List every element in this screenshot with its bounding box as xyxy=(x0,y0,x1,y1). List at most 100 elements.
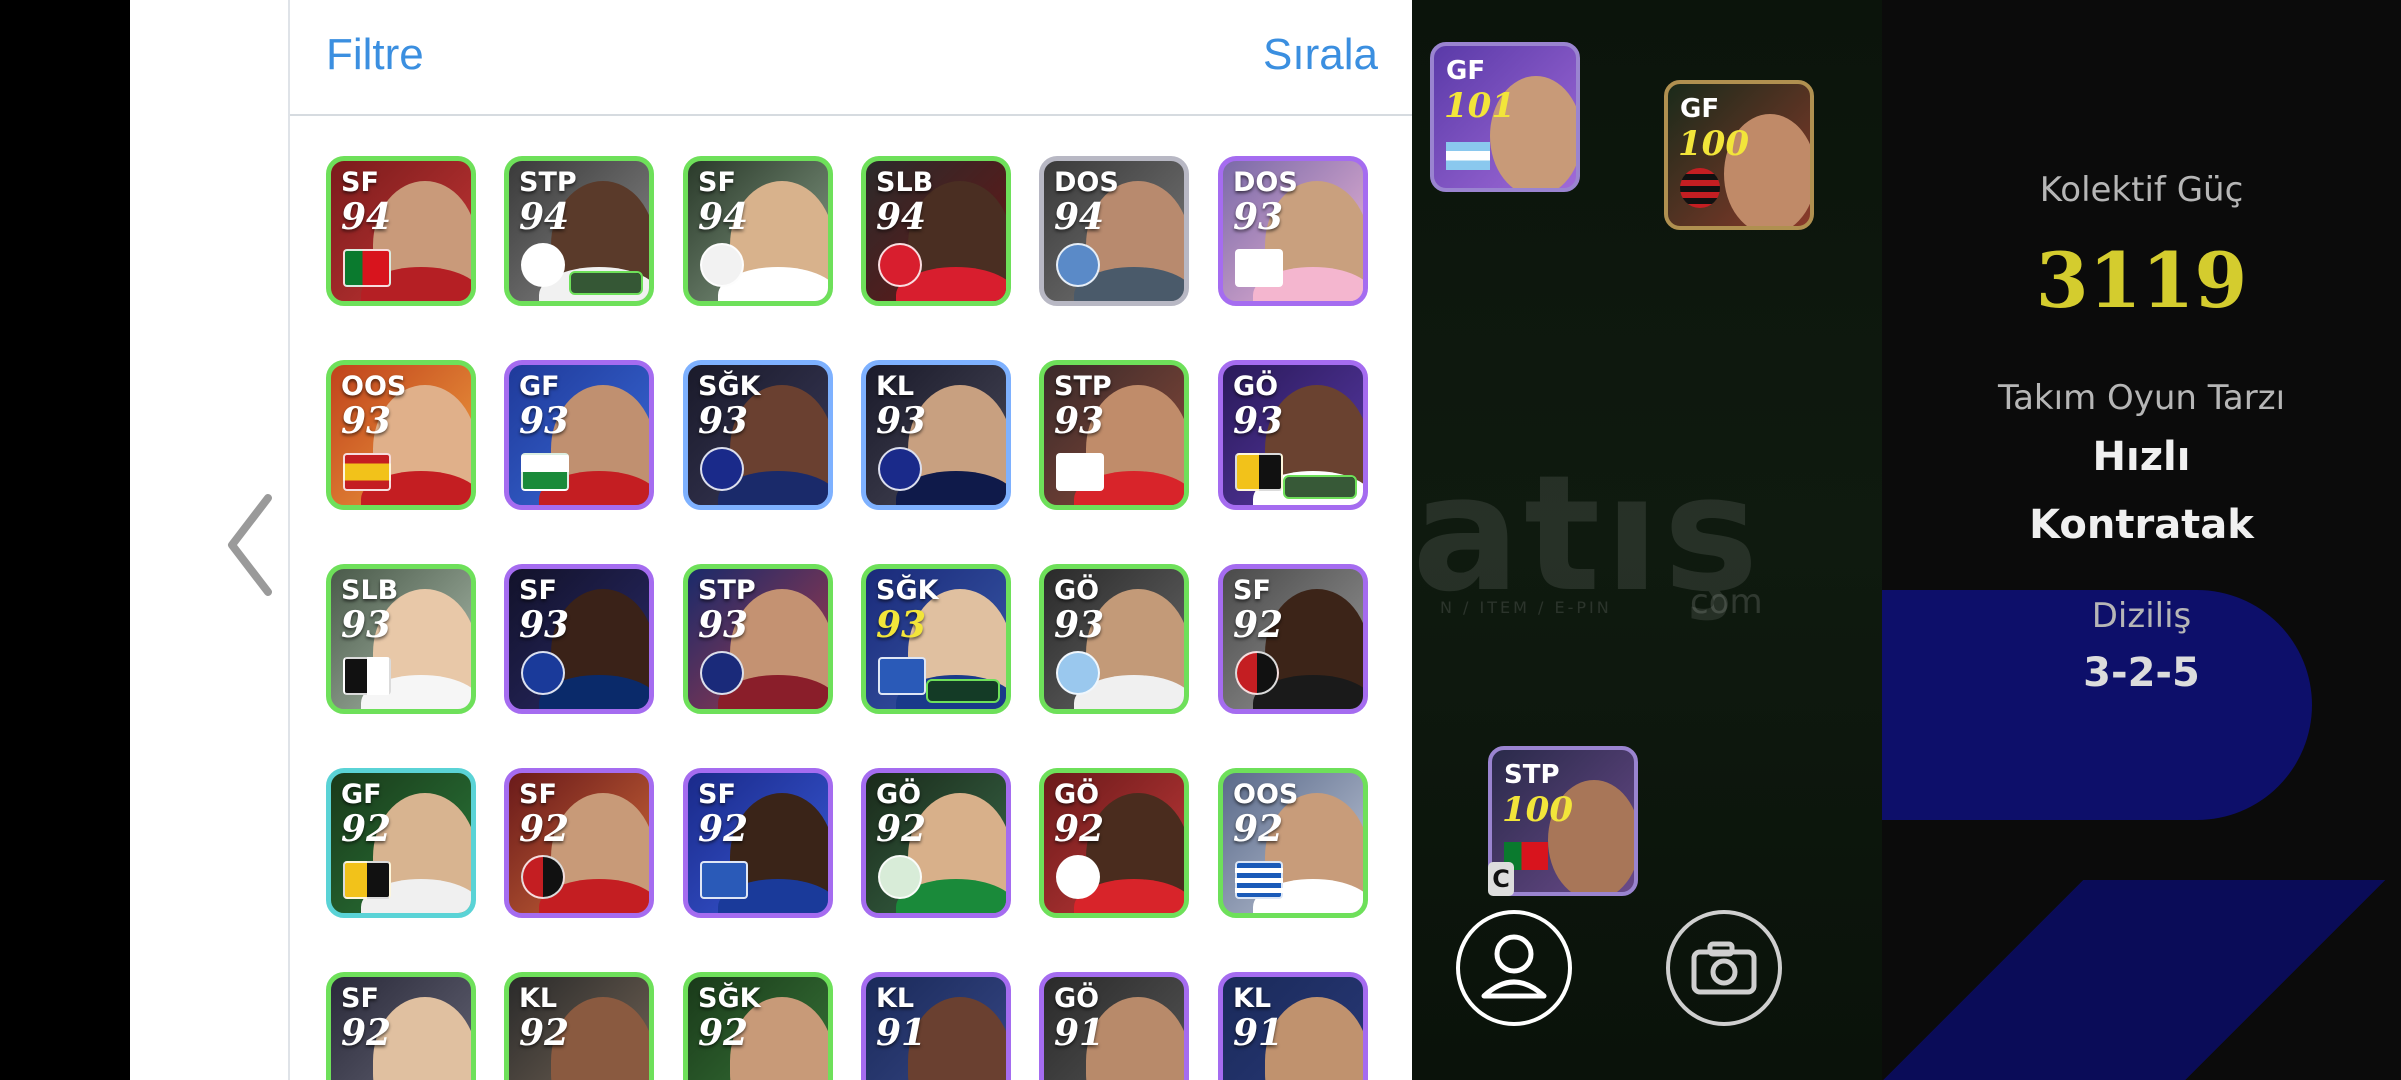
player-rating: 94 xyxy=(698,196,749,238)
player-rating: 93 xyxy=(341,604,392,646)
player-card[interactable]: KL 92 xyxy=(504,972,654,1080)
player-rating: 93 xyxy=(519,604,570,646)
club-crest-icon xyxy=(878,243,922,287)
player-rating: 100 xyxy=(1502,790,1573,830)
club-crest-icon xyxy=(878,447,922,491)
player-rating: 93 xyxy=(1054,604,1105,646)
flag-icon xyxy=(343,249,391,287)
formation-label: Diziliş xyxy=(2091,596,2192,636)
player-card[interactable]: GF 93 xyxy=(504,360,654,510)
player-card[interactable]: KL 91 xyxy=(861,972,1011,1080)
player-rating: 92 xyxy=(1233,604,1284,646)
club-crest-icon xyxy=(1056,243,1100,287)
player-card[interactable]: GÖ 91 xyxy=(1039,972,1189,1080)
player-card[interactable]: SF 92 xyxy=(683,768,833,918)
sort-button[interactable]: Sırala xyxy=(1263,30,1378,80)
club-crest-icon xyxy=(1235,453,1283,491)
player-position: GF xyxy=(519,371,560,402)
player-rating: 92 xyxy=(876,808,927,850)
player-position: SLB xyxy=(341,575,399,606)
player-position: SĞK xyxy=(698,983,761,1014)
player-card[interactable]: STP 93 xyxy=(683,564,833,714)
player-position: KL xyxy=(876,983,915,1014)
panel-header: Filtre Sırala xyxy=(290,0,1414,116)
club-crest-icon xyxy=(878,855,922,899)
club-crest-icon xyxy=(700,447,744,491)
player-rating: 93 xyxy=(698,604,749,646)
player-rating: 92 xyxy=(698,808,749,850)
team-style-value-line2: Kontratak xyxy=(2029,502,2254,548)
camera-button[interactable] xyxy=(1666,910,1782,1026)
player-rating: 94 xyxy=(519,196,570,238)
captain-badge: C xyxy=(1488,862,1514,896)
player-position: GÖ xyxy=(876,779,922,810)
formation-value[interactable]: 3-2-5 xyxy=(1882,650,2401,696)
flag-icon xyxy=(521,453,569,491)
player-rating: 91 xyxy=(1233,1012,1284,1054)
player-rating: 94 xyxy=(876,196,927,238)
player-card[interactable]: DOS 94 xyxy=(1039,156,1189,306)
player-card[interactable]: KL 91 xyxy=(1218,972,1368,1080)
player-card[interactable]: SĞK 93 xyxy=(861,564,1011,714)
player-card[interactable]: GF 92 xyxy=(326,768,476,918)
player-rating: 92 xyxy=(341,808,392,850)
player-position: STP xyxy=(698,575,756,606)
player-card[interactable]: SLB 93 xyxy=(326,564,476,714)
player-card[interactable]: GÖ 93 xyxy=(1218,360,1368,510)
player-card[interactable]: GÖ 92 xyxy=(861,768,1011,918)
player-position: GÖ xyxy=(1233,371,1279,402)
player-card[interactable]: STP 94 xyxy=(504,156,654,306)
player-card[interactable]: SF 92 xyxy=(504,768,654,918)
player-position: OOS xyxy=(1233,779,1299,810)
club-crest-icon xyxy=(700,651,744,695)
club-crest-icon xyxy=(1056,855,1100,899)
player-profile-button[interactable] xyxy=(1456,910,1572,1026)
player-position: KL xyxy=(876,371,915,402)
player-card[interactable]: SF 92 xyxy=(1218,564,1368,714)
player-card[interactable]: KL 93 xyxy=(861,360,1011,510)
player-card[interactable]: OOS 92 xyxy=(1218,768,1368,918)
player-card[interactable]: SF 92 xyxy=(326,972,476,1080)
player-position: STP xyxy=(1054,371,1112,402)
club-crest-icon xyxy=(1235,249,1283,287)
club-crest-icon xyxy=(878,657,926,695)
player-position: SF xyxy=(698,779,736,810)
player-position: GÖ xyxy=(1054,779,1100,810)
filter-button[interactable]: Filtre xyxy=(326,30,424,80)
chevron-left-icon[interactable] xyxy=(218,490,282,600)
player-rating: 92 xyxy=(341,1012,392,1054)
player-rating: 92 xyxy=(698,1012,749,1054)
player-card[interactable]: OOS 93 xyxy=(326,360,476,510)
player-position: SF xyxy=(519,779,557,810)
player-card[interactable]: SF 94 xyxy=(326,156,476,306)
club-crest-icon xyxy=(1680,168,1720,208)
watermark-subtext: N / ITEM / E-PIN xyxy=(1440,598,1612,617)
player-rating: 93 xyxy=(876,400,927,442)
player-selection-panel: Filtre Sırala SF 94 STP 94 SF 94 SLB 94 … xyxy=(288,0,1414,1080)
player-card[interactable]: GÖ 92 xyxy=(1039,768,1189,918)
player-card[interactable]: SĞK 93 xyxy=(683,360,833,510)
player-rating: 101 xyxy=(1444,86,1515,126)
player-position: STP xyxy=(519,167,577,198)
player-rating: 92 xyxy=(1054,808,1105,850)
club-crest-icon xyxy=(343,657,391,695)
team-power-value: 3119 xyxy=(2035,236,2248,325)
player-card[interactable]: STP 93 xyxy=(1039,360,1189,510)
field-player-card[interactable]: GF 101 xyxy=(1430,42,1580,192)
flag-icon xyxy=(1235,861,1283,899)
player-position: GF xyxy=(1446,56,1486,86)
player-card[interactable]: GÖ 93 xyxy=(1039,564,1189,714)
player-card[interactable]: DOS 93 xyxy=(1218,156,1368,306)
club-crest-icon xyxy=(521,651,565,695)
player-position: GÖ xyxy=(1054,575,1100,606)
player-card[interactable]: SĞK 92 xyxy=(683,972,833,1080)
player-position: STP xyxy=(1504,760,1560,790)
player-rating: 91 xyxy=(1054,1012,1105,1054)
player-card[interactable]: SLB 94 xyxy=(861,156,1011,306)
player-position: KL xyxy=(1233,983,1272,1014)
player-card[interactable]: SF 94 xyxy=(683,156,833,306)
club-crest-icon xyxy=(1056,453,1104,491)
player-card[interactable]: SF 93 xyxy=(504,564,654,714)
club-crest-icon xyxy=(521,243,565,287)
field-player-card[interactable]: GF 100 xyxy=(1664,80,1814,230)
